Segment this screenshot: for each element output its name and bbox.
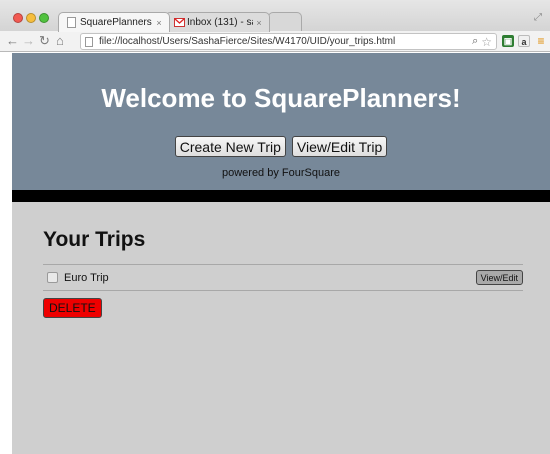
page-content: Welcome to SquarePlanners! Create New Tr… xyxy=(12,53,550,454)
forward-icon[interactable]: → xyxy=(22,33,35,49)
delete-button[interactable]: DELETE xyxy=(43,298,102,318)
browser-toolbar: ← → ↻ ⌂ file://localhost/Users/SashaFier… xyxy=(0,31,550,52)
resize-icon[interactable]: ⤢ xyxy=(534,12,542,23)
tab-title: Inbox (131) - sam2270@ xyxy=(187,17,253,28)
trip-row: Euro Trip View/Edit xyxy=(43,264,523,291)
home-icon[interactable]: ⌂ xyxy=(56,33,64,49)
hero-actions: Create New Trip View/Edit Trip xyxy=(12,136,550,157)
page-icon xyxy=(67,17,76,28)
page-title: Welcome to SquarePlanners! xyxy=(101,83,461,113)
powered-by-text: powered by FourSquare xyxy=(221,167,340,179)
hero-banner: Welcome to SquarePlanners! Create New Tr… xyxy=(12,53,550,190)
trips-section: Your Trips Euro Trip View/Edit DELETE xyxy=(43,228,523,318)
trip-checkbox[interactable] xyxy=(47,272,58,283)
address-bar[interactable]: file://localhost/Users/SashaFierce/Sites… xyxy=(80,33,497,50)
tab-close-icon[interactable]: × xyxy=(153,18,165,28)
view-edit-trip-button[interactable]: View/Edit Trip xyxy=(291,136,388,157)
section-heading: Your Trips xyxy=(43,228,146,251)
gmail-icon xyxy=(174,18,185,27)
tab-squareplanners[interactable]: SquarePlanners × xyxy=(58,12,170,32)
back-icon[interactable]: ← xyxy=(6,33,19,49)
zoom-icon[interactable]: ⌕ xyxy=(472,35,478,48)
create-new-trip-button[interactable]: Create New Trip xyxy=(174,136,286,157)
trip-name: Euro Trip xyxy=(64,271,109,284)
tab-close-icon[interactable]: × xyxy=(253,18,265,28)
page-icon xyxy=(85,36,93,47)
zoom-window-button[interactable] xyxy=(39,13,49,23)
close-window-button[interactable] xyxy=(13,13,23,23)
tab-strip: SquarePlanners × Inbox (131) - sam2270@ … xyxy=(0,0,550,32)
view-edit-button[interactable]: View/Edit xyxy=(475,270,523,285)
minimize-window-button[interactable] xyxy=(26,13,36,23)
star-icon[interactable]: ☆ xyxy=(481,35,492,49)
url-text[interactable]: file://localhost/Users/SashaFierce/Sites… xyxy=(99,36,472,47)
new-tab-button[interactable] xyxy=(268,12,302,32)
reload-icon[interactable]: ↻ xyxy=(39,33,50,49)
menu-icon[interactable]: ≡ xyxy=(535,35,547,47)
tab-inbox[interactable]: Inbox (131) - sam2270@ × xyxy=(165,12,270,32)
hero-divider xyxy=(12,190,550,202)
tab-title: SquarePlanners xyxy=(80,17,152,28)
amazon-icon[interactable]: a xyxy=(518,35,530,47)
extension-icon[interactable]: ▣ xyxy=(502,35,514,47)
